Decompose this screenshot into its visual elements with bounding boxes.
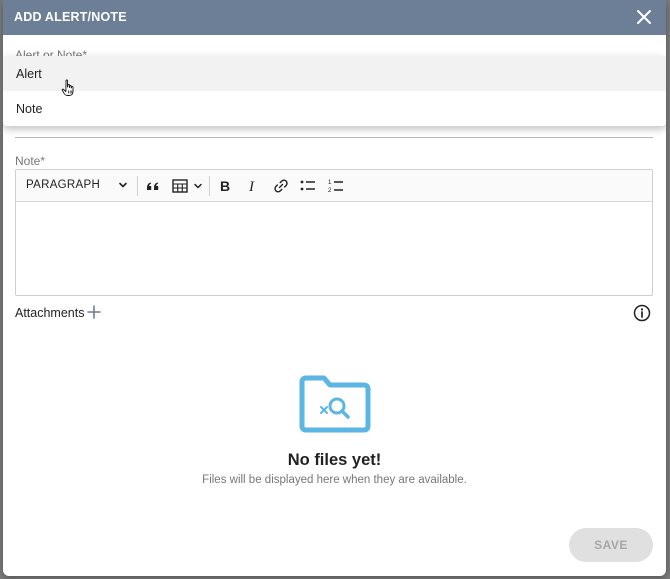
- toolbar-divider: [209, 176, 210, 196]
- plus-icon[interactable]: [87, 305, 101, 319]
- numbered-list-icon[interactable]: 1 2: [327, 177, 345, 195]
- italic-icon[interactable]: I: [244, 177, 262, 195]
- option-label: Note: [16, 102, 43, 116]
- link-icon[interactable]: [272, 177, 290, 195]
- editor-toolbar: PARAGRAPH B I 1 2: [16, 170, 652, 202]
- option-alert[interactable]: Alert: [3, 56, 666, 96]
- toolbar-divider: [137, 176, 138, 196]
- empty-state-subtitle: Files will be displayed here when they a…: [202, 474, 467, 486]
- chevron-down-icon[interactable]: [118, 180, 128, 190]
- note-label: Note*: [15, 154, 46, 168]
- close-icon[interactable]: [636, 9, 652, 25]
- alert-or-note-select-underline[interactable]: [15, 137, 653, 138]
- blockquote-icon[interactable]: [144, 177, 162, 195]
- bulleted-list-icon[interactable]: [299, 177, 317, 195]
- bold-icon[interactable]: B: [216, 177, 234, 195]
- svg-text:I: I: [248, 179, 255, 195]
- alert-or-note-dropdown: Alert Note: [3, 56, 666, 126]
- option-note[interactable]: Note: [3, 91, 666, 126]
- svg-text:1: 1: [328, 180, 332, 186]
- info-icon[interactable]: [633, 304, 651, 322]
- attachments-label: Attachments: [15, 306, 85, 320]
- chevron-down-icon[interactable]: [192, 177, 204, 195]
- note-text-area[interactable]: [16, 202, 652, 295]
- dialog-title: ADD ALERT/NOTE: [14, 10, 127, 24]
- option-label: Alert: [16, 67, 42, 81]
- empty-state-title: No files yet!: [287, 451, 382, 469]
- svg-text:B: B: [220, 178, 230, 194]
- svg-text:2: 2: [328, 188, 332, 194]
- note-rich-text-editor: PARAGRAPH B I 1 2: [15, 169, 653, 296]
- folder-search-icon: [299, 375, 371, 433]
- add-alert-note-dialog: ADD ALERT/NOTE Alert or Note* Alert Note…: [3, 0, 666, 576]
- table-icon[interactable]: [171, 177, 189, 195]
- save-button[interactable]: SAVE: [569, 528, 653, 562]
- dialog-header: ADD ALERT/NOTE: [3, 0, 666, 35]
- paragraph-style-dropdown[interactable]: PARAGRAPH: [26, 179, 100, 191]
